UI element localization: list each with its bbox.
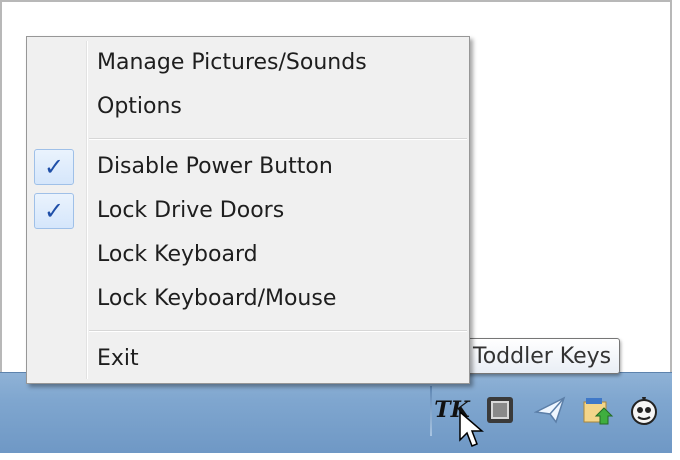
checkmark-icon: ✓ bbox=[34, 193, 74, 229]
menu-item-options[interactable]: Options bbox=[29, 87, 467, 127]
menu-separator bbox=[89, 330, 467, 332]
menu-separator bbox=[89, 138, 467, 140]
checkmark-icon: ✓ bbox=[34, 149, 74, 185]
context-menu: Manage Pictures/Sounds Options ✓ Disable… bbox=[26, 36, 470, 384]
menu-item-manage-pictures-sounds[interactable]: Manage Pictures/Sounds bbox=[29, 43, 467, 83]
menu-item-exit[interactable]: Exit bbox=[29, 339, 467, 379]
cartoon-character-icon[interactable] bbox=[628, 394, 660, 426]
menu-item-label: Exit bbox=[97, 346, 139, 371]
mouse-pointer-icon bbox=[459, 410, 484, 447]
menu-item-disable-power-button[interactable]: ✓ Disable Power Button bbox=[29, 147, 467, 187]
menu-item-lock-keyboard[interactable]: Lock Keyboard bbox=[29, 235, 467, 275]
menu-item-label: Lock Keyboard/Mouse bbox=[97, 286, 337, 311]
tray-tooltip: Toddler Keys bbox=[460, 338, 620, 374]
tray-separator bbox=[430, 386, 432, 436]
menu-item-label: Disable Power Button bbox=[97, 154, 333, 179]
menu-item-lock-drive-doors[interactable]: ✓ Lock Drive Doors bbox=[29, 191, 467, 231]
network-share-icon[interactable] bbox=[582, 394, 614, 426]
paper-plane-icon[interactable] bbox=[534, 394, 566, 426]
menu-item-label: Lock Drive Doors bbox=[97, 198, 285, 223]
menu-item-label: Manage Pictures/Sounds bbox=[97, 50, 367, 75]
menu-item-label: Options bbox=[97, 94, 182, 119]
taskbar bbox=[0, 372, 672, 453]
app-window-icon[interactable] bbox=[484, 394, 516, 426]
menu-item-lock-keyboard-mouse[interactable]: Lock Keyboard/Mouse bbox=[29, 279, 467, 319]
menu-item-label: Lock Keyboard bbox=[97, 242, 258, 267]
tooltip-text: Toddler Keys bbox=[473, 344, 612, 369]
